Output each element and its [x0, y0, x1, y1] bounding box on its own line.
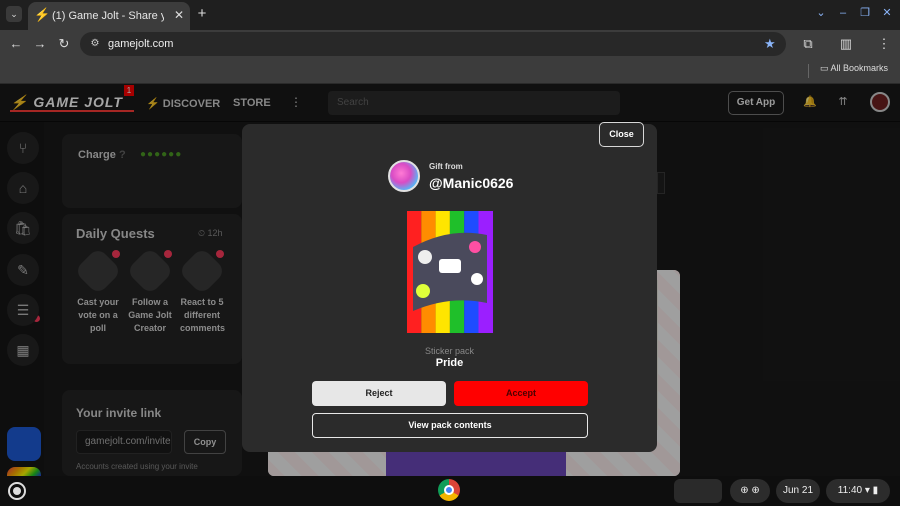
all-bookmarks-label: All Bookmarks: [830, 63, 889, 73]
pack-type-label: Sticker pack: [424, 346, 475, 356]
forward-button[interactable]: →: [32, 36, 48, 52]
pack-name: Pride: [435, 357, 464, 369]
os-shelf: ⊕ ⊕ Jun 21 11:40 ▾ ▮: [0, 476, 900, 506]
chrome-app-icon[interactable]: [438, 479, 460, 501]
reject-button[interactable]: Reject: [312, 381, 446, 406]
site-info-icon[interactable]: ⚙: [88, 37, 102, 51]
new-tab-button[interactable]: +: [194, 6, 210, 22]
tab-title: (1) Game Jolt - Share your creations: [52, 10, 164, 22]
browser-tab-strip: ⌄ ⚡ (1) Game Jolt - Share your creations…: [0, 0, 900, 30]
bookmarks-bar: ▭ All Bookmarks: [0, 58, 900, 84]
bookmark-star-icon[interactable]: ★: [764, 36, 778, 52]
bookmarks-divider: [808, 64, 809, 78]
game-jolt-favicon-icon: ⚡: [34, 7, 51, 22]
gift-from-label: Gift from: [429, 162, 463, 171]
tab-search-button[interactable]: ⌄: [6, 6, 22, 22]
maximize-icon[interactable]: ❐: [858, 6, 872, 20]
browser-tab-game-jolt[interactable]: ⚡ (1) Game Jolt - Share your creations ✕: [28, 2, 190, 30]
accept-button[interactable]: Accept: [454, 381, 588, 406]
sticker-pack-image: [407, 207, 493, 337]
launcher-button[interactable]: [8, 482, 26, 500]
all-bookmarks-button[interactable]: ▭ All Bookmarks: [820, 63, 888, 74]
wifi-battery-icon: ▾ ▮: [864, 485, 879, 496]
browser-toolbar: ← → ↻ ⚙ gamejolt.com ★ ⧉ ▥ ⋮: [0, 30, 900, 58]
extensions-icon[interactable]: ⧉: [800, 36, 816, 52]
window-preview-thumbnail[interactable]: [674, 479, 722, 503]
reading-mode-icon[interactable]: ▥: [838, 36, 854, 52]
view-pack-contents-button[interactable]: View pack contents: [312, 413, 588, 438]
window-menu-icon[interactable]: ⌄: [814, 6, 828, 20]
status-tray[interactable]: 11:40 ▾ ▮: [826, 479, 890, 503]
gifter-username[interactable]: @Manic0626: [429, 175, 513, 191]
back-button[interactable]: ←: [8, 36, 24, 52]
browser-menu-icon[interactable]: ⋮: [876, 36, 892, 52]
minimize-icon[interactable]: –: [836, 6, 850, 20]
reload-button[interactable]: ↻: [56, 36, 72, 52]
address-bar[interactable]: ⚙ gamejolt.com ★: [80, 32, 786, 56]
url-text[interactable]: gamejolt.com: [108, 38, 173, 50]
gift-modal: Close Gift from @Manic0626 Sticker pack …: [242, 122, 657, 452]
clock-text: 11:40: [837, 485, 863, 496]
launcher-icon: [13, 487, 21, 495]
quick-actions[interactable]: ⊕ ⊕: [730, 479, 770, 503]
game-jolt-page: ⚡ GAME JOLT 1 ⚡ DISCOVER STORE ⋮ Search …: [0, 84, 900, 476]
chrome-center: [444, 485, 454, 495]
close-modal-button[interactable]: Close: [599, 122, 644, 147]
tab-close-icon[interactable]: ✕: [172, 8, 186, 22]
folder-icon: ▭: [820, 63, 829, 73]
gifter-avatar[interactable]: [388, 160, 420, 192]
window-close-icon[interactable]: ✕: [880, 6, 894, 20]
date-button[interactable]: Jun 21: [776, 479, 820, 503]
